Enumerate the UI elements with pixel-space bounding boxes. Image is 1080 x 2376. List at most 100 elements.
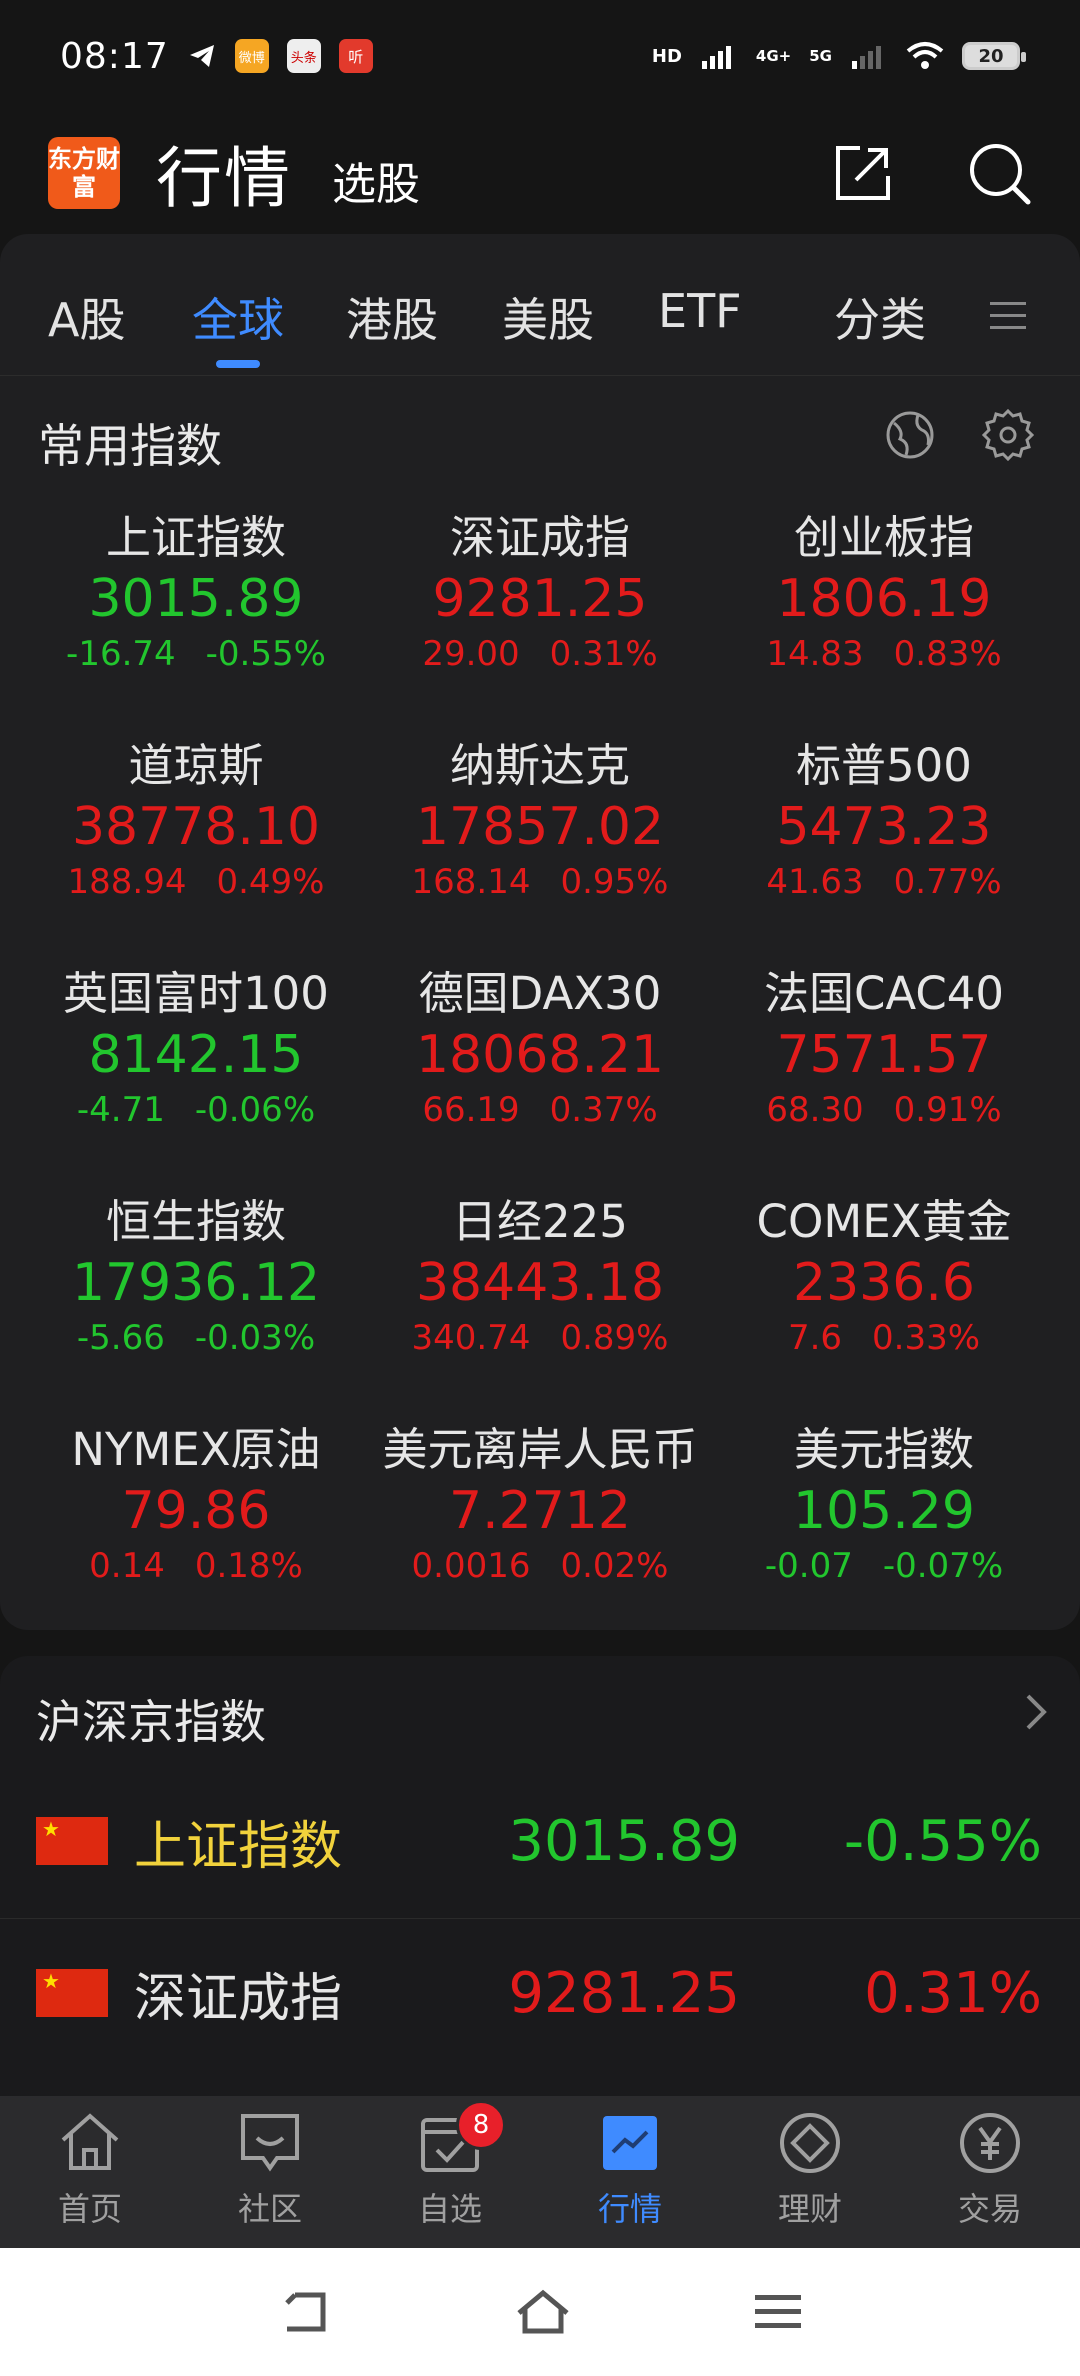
tab-us-stocks[interactable]: 美股 bbox=[502, 284, 594, 350]
index-card[interactable]: 深证成指 9281.25 29.00 0.31% bbox=[368, 510, 712, 738]
nav-home[interactable]: 首页 bbox=[0, 2096, 180, 2248]
settings-gear-icon[interactable] bbox=[982, 409, 1034, 461]
index-change-pct: 0.37% bbox=[549, 1090, 658, 1130]
market-tabs: A股 全球 港股 美股 ETF 分类 bbox=[0, 234, 1080, 376]
index-row[interactable]: ★ 深证成指 9281.25 0.31% bbox=[0, 1918, 1080, 2068]
menu-icon[interactable] bbox=[988, 296, 1028, 336]
chevron-right-icon[interactable] bbox=[1020, 1690, 1050, 1734]
search-icon[interactable] bbox=[966, 140, 1032, 206]
index-change-pct: 0.18% bbox=[194, 1546, 303, 1586]
index-price: 18068.21 bbox=[415, 1025, 665, 1085]
row-index-price: 3015.89 bbox=[508, 1808, 740, 1874]
index-price: 2336.6 bbox=[793, 1253, 975, 1313]
index-card[interactable]: 恒生指数 17936.12 -5.66 -0.03% bbox=[24, 1194, 368, 1422]
row-index-pct: 0.31% bbox=[864, 1960, 1042, 2026]
home-button-icon[interactable] bbox=[513, 2287, 573, 2337]
index-card[interactable]: 德国DAX30 18068.21 66.19 0.37% bbox=[368, 966, 712, 1194]
hsj-indices-section: 沪深京指数 ★ 上证指数 3015.89 -0.55% ★ 深证成指 9281.… bbox=[0, 1656, 1080, 2096]
index-card[interactable]: 创业板指 1806.19 14.83 0.83% bbox=[712, 510, 1056, 738]
index-change: 0.14 bbox=[89, 1546, 165, 1586]
index-row[interactable]: ★ 上证指数 3015.89 -0.55% bbox=[0, 1766, 1080, 1916]
index-card[interactable]: NYMEX原油 79.86 0.14 0.18% bbox=[24, 1422, 368, 1650]
index-card[interactable]: 日经225 38443.18 340.74 0.89% bbox=[368, 1194, 712, 1422]
index-change-pct: 0.33% bbox=[872, 1318, 981, 1358]
page-title: 行情 bbox=[156, 140, 292, 217]
row-index-pct: -0.55% bbox=[843, 1808, 1042, 1874]
tab-hk-stocks[interactable]: 港股 bbox=[346, 284, 438, 350]
index-change-pct: -0.06% bbox=[194, 1090, 316, 1130]
index-name: 标普500 bbox=[796, 739, 972, 792]
nav-watchlist[interactable]: 8 自选 bbox=[360, 2096, 540, 2248]
index-change: -0.07 bbox=[764, 1546, 853, 1586]
nav-label: 交易 bbox=[957, 2190, 1022, 2228]
index-change: -5.66 bbox=[76, 1318, 165, 1358]
system-navigation-bar bbox=[0, 2248, 1080, 2376]
index-change: 14.83 bbox=[766, 634, 864, 674]
app-header: 东方财富 行情 选股 bbox=[0, 112, 1080, 234]
app-logo: 东方财富 bbox=[48, 137, 120, 209]
row-index-price: 9281.25 bbox=[508, 1960, 740, 2026]
recents-menu-icon[interactable] bbox=[753, 2289, 803, 2335]
index-name: 日经225 bbox=[452, 1195, 628, 1248]
row-index-name: 深证成指 bbox=[134, 1968, 343, 2029]
index-change: 29.00 bbox=[422, 634, 520, 674]
share-icon[interactable] bbox=[832, 142, 894, 204]
index-card[interactable]: 英国富时100 8142.15 -4.71 -0.06% bbox=[24, 966, 368, 1194]
nav-label: 理财 bbox=[777, 2190, 842, 2228]
tab-category[interactable]: 分类 bbox=[834, 284, 926, 350]
trade-icon bbox=[957, 2110, 1023, 2176]
tab-global[interactable]: 全球 bbox=[192, 284, 284, 350]
index-change: 188.94 bbox=[67, 862, 187, 902]
index-card[interactable]: 标普500 5473.23 41.63 0.77% bbox=[712, 738, 1056, 966]
community-icon bbox=[237, 2110, 303, 2176]
nav-label: 社区 bbox=[237, 2190, 302, 2228]
index-name: 深证成指 bbox=[449, 511, 630, 564]
index-price: 7.2712 bbox=[449, 1481, 631, 1541]
tab-etf[interactable]: ETF bbox=[658, 284, 742, 338]
index-change: 168.14 bbox=[411, 862, 531, 902]
china-flag-icon: ★ bbox=[36, 1969, 108, 2017]
index-card[interactable]: 纳斯达克 17857.02 168.14 0.95% bbox=[368, 738, 712, 966]
index-change-pct: 0.77% bbox=[893, 862, 1002, 902]
index-change: 41.63 bbox=[766, 862, 864, 902]
index-name: COMEX黄金 bbox=[756, 1195, 1012, 1248]
index-change: 68.30 bbox=[766, 1090, 864, 1130]
wifi-icon bbox=[906, 42, 944, 69]
index-card[interactable]: 上证指数 3015.89 -16.74 -0.55% bbox=[24, 510, 368, 738]
index-name: 道琼斯 bbox=[128, 739, 264, 792]
back-icon[interactable] bbox=[277, 2287, 333, 2337]
index-change: 340.74 bbox=[411, 1318, 531, 1358]
nav-label: 首页 bbox=[57, 2190, 122, 2228]
index-card[interactable]: 美元指数 105.29 -0.07 -0.07% bbox=[712, 1422, 1056, 1650]
index-card[interactable]: 道琼斯 38778.10 188.94 0.49% bbox=[24, 738, 368, 966]
row-index-name: 上证指数 bbox=[134, 1816, 343, 1877]
globe-icon[interactable] bbox=[884, 409, 936, 461]
nav-trade[interactable]: 交易 bbox=[900, 2096, 1080, 2248]
toutiao-icon: 头条 bbox=[286, 39, 321, 73]
nav-wealth[interactable]: 理财 bbox=[720, 2096, 900, 2248]
weibo-icon: 微博 bbox=[234, 39, 269, 73]
index-change-pct: 0.31% bbox=[549, 634, 658, 674]
market-panel: A股 全球 港股 美股 ETF 分类 常用指数 上证指数 3015.89 -16… bbox=[0, 234, 1080, 1630]
hsj-indices-title[interactable]: 沪深京指数 bbox=[36, 1686, 266, 1752]
index-change: 66.19 bbox=[422, 1090, 520, 1130]
index-change-pct: -0.07% bbox=[882, 1546, 1004, 1586]
index-change: 7.6 bbox=[787, 1318, 843, 1358]
nav-label: 自选 bbox=[417, 2190, 482, 2228]
index-name: NYMEX原油 bbox=[71, 1423, 321, 1476]
index-card[interactable]: COMEX黄金 2336.6 7.6 0.33% bbox=[712, 1194, 1056, 1422]
index-name: 德国DAX30 bbox=[418, 967, 662, 1020]
index-name: 纳斯达克 bbox=[449, 739, 630, 792]
index-name: 恒生指数 bbox=[105, 1195, 286, 1248]
index-change: -16.74 bbox=[66, 634, 176, 674]
status-bar: 08:17 微博 头条 听 HD 4G+ 5G 20 bbox=[0, 0, 1080, 112]
stock-picker-link[interactable]: 选股 bbox=[332, 148, 420, 212]
index-card[interactable]: 法国CAC40 7571.57 68.30 0.91% bbox=[712, 966, 1056, 1194]
nav-market[interactable]: 行情 bbox=[540, 2096, 720, 2248]
index-card[interactable]: 美元离岸人民币 7.2712 0.0016 0.02% bbox=[368, 1422, 712, 1650]
nav-community[interactable]: 社区 bbox=[180, 2096, 360, 2248]
hd-indicator: HD bbox=[651, 45, 682, 67]
tab-scroll-fade bbox=[800, 264, 828, 354]
tab-a-shares[interactable]: A股 bbox=[48, 284, 125, 350]
ting-icon: 听 bbox=[338, 39, 373, 73]
